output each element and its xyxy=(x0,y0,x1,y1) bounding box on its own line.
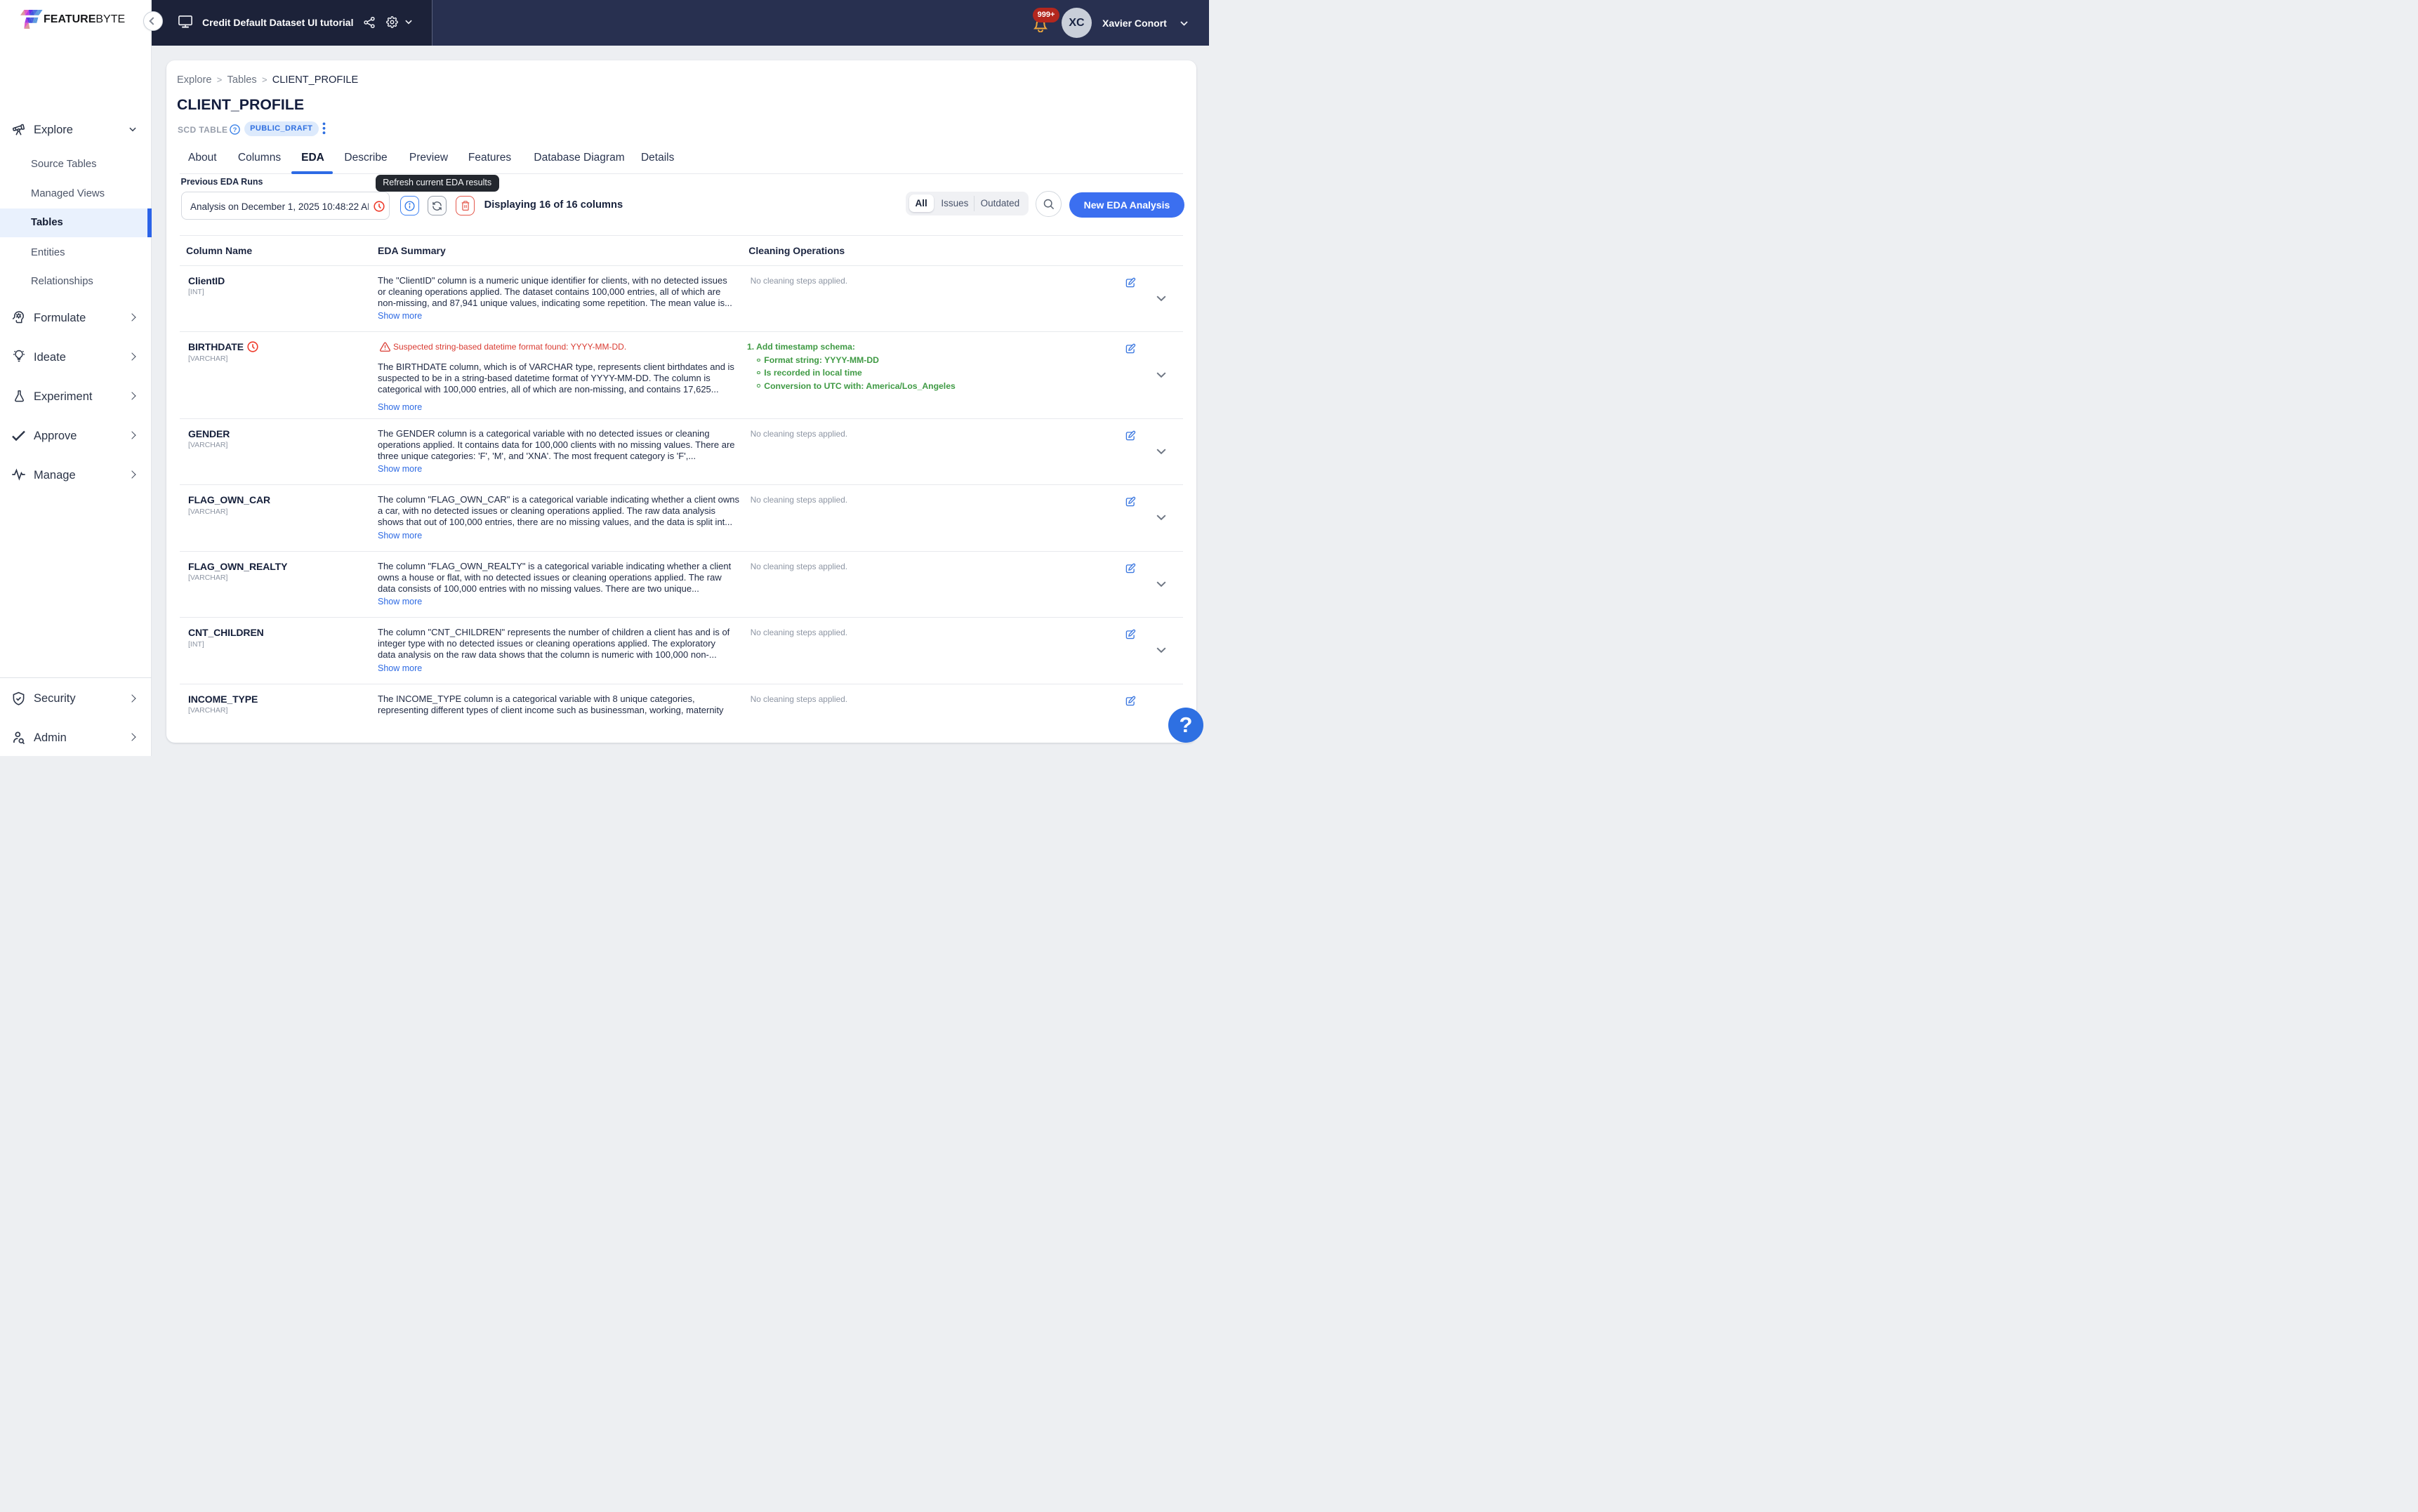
svg-text:?: ? xyxy=(232,126,237,133)
